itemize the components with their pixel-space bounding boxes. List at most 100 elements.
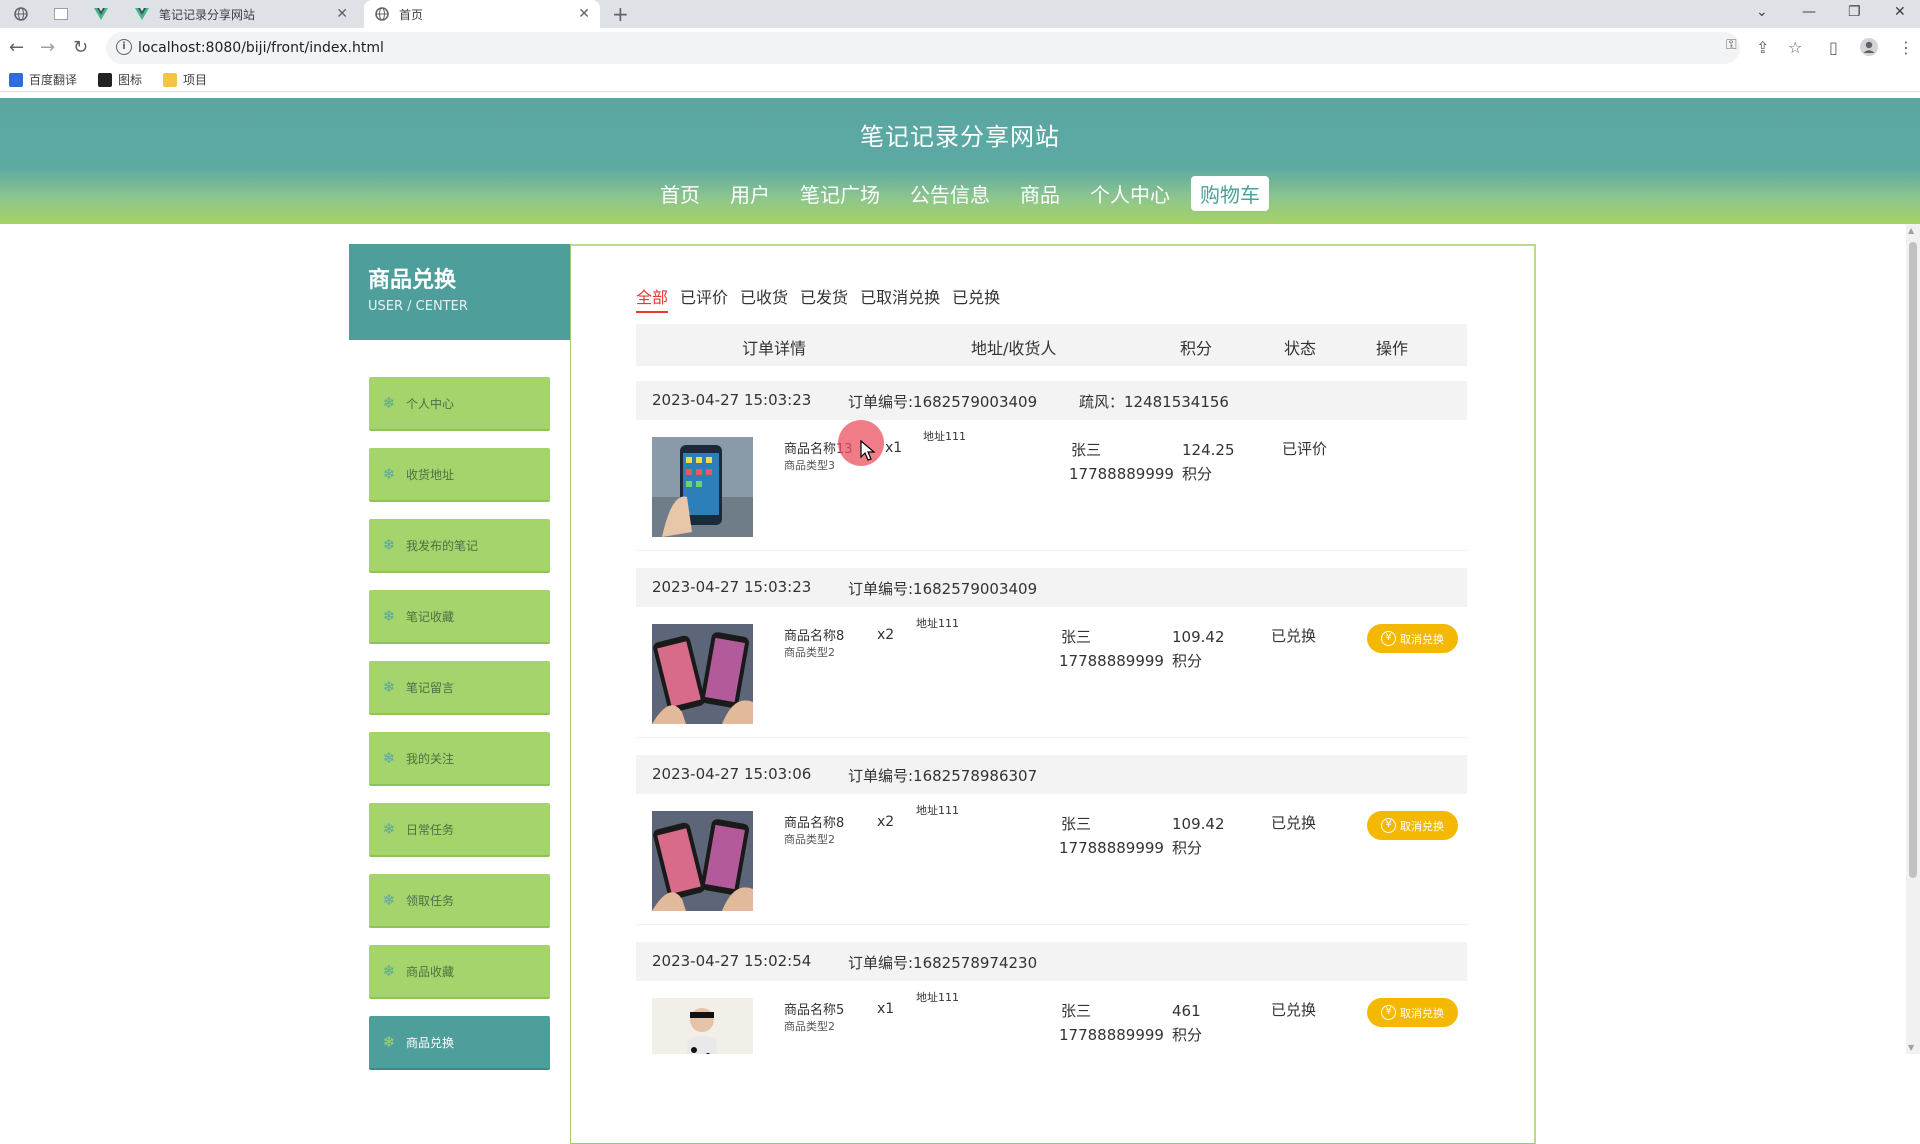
nav-notes-square[interactable]: 笔记广场 bbox=[791, 176, 889, 211]
sidebar-item-label: 日常任务 bbox=[406, 822, 455, 837]
yen-icon: ¥ bbox=[1381, 631, 1396, 646]
nav-home[interactable]: 首页 bbox=[651, 176, 709, 211]
blank-tab-icon[interactable] bbox=[46, 3, 76, 25]
filter-received[interactable]: 已收货 bbox=[740, 284, 788, 313]
close-window-icon[interactable]: ✕ bbox=[1894, 4, 1906, 20]
order-time: 2023-04-27 15:03:23 bbox=[652, 391, 812, 409]
filter-shipped[interactable]: 已发货 bbox=[800, 284, 848, 313]
sidebar-item-claim-tasks[interactable]: ❄ 领取任务 bbox=[369, 874, 550, 928]
scroll-down-icon[interactable]: ▼ bbox=[1908, 1043, 1914, 1052]
site-title: 笔记记录分享网站 bbox=[860, 123, 1060, 151]
vue-tab-icon[interactable] bbox=[86, 3, 116, 25]
profile-icon[interactable] bbox=[1860, 38, 1878, 60]
product-type: 商品类型2 bbox=[784, 833, 835, 846]
scroll-up-icon[interactable]: ▲ bbox=[1908, 226, 1914, 235]
snowflake-icon: ❄ bbox=[382, 749, 396, 767]
product-name[interactable]: 商品名称8 bbox=[784, 812, 844, 831]
bookmark-label: 百度翻译 bbox=[29, 73, 78, 87]
product-image[interactable] bbox=[652, 998, 753, 1054]
new-tab-button[interactable]: + bbox=[612, 2, 629, 26]
nav-announcements[interactable]: 公告信息 bbox=[901, 176, 999, 211]
key-icon[interactable]: ⚿ bbox=[1726, 37, 1737, 53]
tab-search-icon[interactable]: ⌄ bbox=[1756, 4, 1768, 20]
product-image[interactable] bbox=[652, 624, 753, 724]
recipient-name: 张三 bbox=[1061, 1002, 1092, 1020]
sidebar-item-product-favorites[interactable]: ❄ 商品收藏 bbox=[369, 945, 550, 999]
cancel-exchange-button[interactable]: ¥ 取消兑换 bbox=[1367, 811, 1458, 840]
points-unit: 积分 bbox=[1172, 839, 1203, 857]
points-unit: 积分 bbox=[1182, 465, 1213, 483]
globe-icon[interactable] bbox=[6, 3, 36, 25]
page-scrollbar[interactable]: ▲ ▼ bbox=[1906, 224, 1920, 1054]
reload-icon[interactable]: ↻ bbox=[73, 37, 88, 58]
back-icon[interactable]: ← bbox=[9, 37, 24, 58]
tab-title: 首页 bbox=[399, 7, 424, 22]
url-text[interactable]: localhost:8080/biji/front/index.html bbox=[138, 40, 384, 56]
restore-icon[interactable]: ❐ bbox=[1848, 4, 1861, 20]
menu-icon[interactable]: ⋮ bbox=[1898, 38, 1914, 57]
order-points: 461 积分 bbox=[1172, 999, 1202, 1047]
product-name[interactable]: 商品名称8 bbox=[784, 625, 844, 644]
sidebar-header: 商品兑换 USER / CENTER bbox=[349, 244, 570, 340]
product-image[interactable] bbox=[652, 437, 753, 537]
image-icon bbox=[98, 72, 112, 87]
sidebar-item-product-exchange[interactable]: ❄ 商品兑换 bbox=[369, 1016, 550, 1070]
sidebar-item-note-favorites[interactable]: ❄ 笔记收藏 bbox=[369, 590, 550, 644]
recipient: 张三 17788889999 bbox=[1069, 438, 1174, 486]
col-order-details: 订单详情 bbox=[742, 339, 807, 358]
nav-products[interactable]: 商品 bbox=[1011, 176, 1069, 211]
nav-cart[interactable]: 购物车 bbox=[1191, 176, 1269, 211]
close-icon[interactable]: ✕ bbox=[336, 6, 348, 22]
tab-home[interactable]: 首页 ✕ bbox=[364, 0, 600, 28]
product-image[interactable] bbox=[652, 811, 753, 911]
filter-reviewed[interactable]: 已评价 bbox=[680, 284, 728, 313]
product-quantity: x2 bbox=[877, 814, 895, 830]
star-icon[interactable]: ☆ bbox=[1788, 38, 1802, 57]
sidebar-item-daily-tasks[interactable]: ❄ 日常任务 bbox=[369, 803, 550, 857]
omnibox[interactable]: i localhost:8080/biji/front/index.html bbox=[106, 32, 1740, 64]
bookmark-label: 图标 bbox=[118, 73, 143, 87]
tab-notes-site[interactable]: 笔记记录分享网站 ✕ bbox=[124, 0, 358, 28]
order-number: 订单编号:1682578974230 bbox=[848, 954, 1038, 972]
cancel-exchange-label: 取消兑换 bbox=[1400, 1006, 1444, 1020]
filter-all[interactable]: 全部 bbox=[636, 284, 669, 313]
product-name[interactable]: 商品名称5 bbox=[784, 999, 844, 1018]
nav-personal-center[interactable]: 个人中心 bbox=[1081, 176, 1179, 211]
cancel-exchange-button[interactable]: ¥ 取消兑换 bbox=[1367, 998, 1458, 1027]
cancel-exchange-button[interactable]: ¥ 取消兑换 bbox=[1367, 624, 1458, 653]
col-actions: 操作 bbox=[1376, 339, 1409, 358]
sidebar-item-note-comments[interactable]: ❄ 笔记留言 bbox=[369, 661, 550, 715]
share-icon[interactable]: ⇪ bbox=[1756, 38, 1769, 57]
nav-users[interactable]: 用户 bbox=[721, 176, 779, 211]
filter-exchanged[interactable]: 已兑换 bbox=[952, 284, 1000, 313]
close-icon[interactable]: ✕ bbox=[578, 6, 590, 22]
sidebar-item-label: 笔记留言 bbox=[406, 680, 455, 695]
points-unit: 积分 bbox=[1172, 652, 1203, 670]
filter-cancelled[interactable]: 已取消兑换 bbox=[860, 284, 940, 313]
order-number: 订单编号:1682579003409 bbox=[848, 393, 1038, 411]
order-status: 已兑换 bbox=[1271, 814, 1317, 832]
bookmark-projects[interactable]: 项目 bbox=[163, 71, 207, 88]
order-number: 订单编号:1682579003409 bbox=[848, 580, 1038, 598]
vue-icon bbox=[134, 6, 150, 22]
scrollbar-thumb[interactable] bbox=[1909, 242, 1917, 878]
sidebar-item-personal-center[interactable]: ❄ 个人中心 bbox=[369, 377, 550, 431]
side-panel-icon[interactable]: ▯ bbox=[1829, 38, 1838, 57]
info-icon[interactable]: i bbox=[116, 39, 132, 55]
folder-icon bbox=[163, 72, 177, 87]
bookmark-icons[interactable]: 图标 bbox=[98, 71, 142, 88]
forward-icon[interactable]: → bbox=[40, 37, 55, 58]
snowflake-icon: ❄ bbox=[382, 394, 396, 412]
recipient: 张三 17788889999 bbox=[1059, 812, 1164, 860]
order-header: 2023-04-27 15:02:54 订单编号:1682578974230 bbox=[636, 942, 1467, 981]
order-body: 商品名称5 商品类型2 x1 地址111 张三 17788889999 461 … bbox=[636, 981, 1467, 1054]
recipient-phone: 17788889999 bbox=[1059, 1026, 1164, 1044]
sidebar-item-my-notes[interactable]: ❄ 我发布的笔记 bbox=[369, 519, 550, 573]
points-unit: 积分 bbox=[1172, 1026, 1203, 1044]
minimize-icon[interactable]: — bbox=[1802, 4, 1816, 20]
sidebar-title: 商品兑换 bbox=[368, 268, 457, 293]
recipient-phone: 17788889999 bbox=[1059, 652, 1164, 670]
sidebar-item-address[interactable]: ❄ 收货地址 bbox=[369, 448, 550, 502]
sidebar-item-following[interactable]: ❄ 我的关注 bbox=[369, 732, 550, 786]
bookmark-baidu-translate[interactable]: 百度翻译 bbox=[9, 71, 77, 88]
